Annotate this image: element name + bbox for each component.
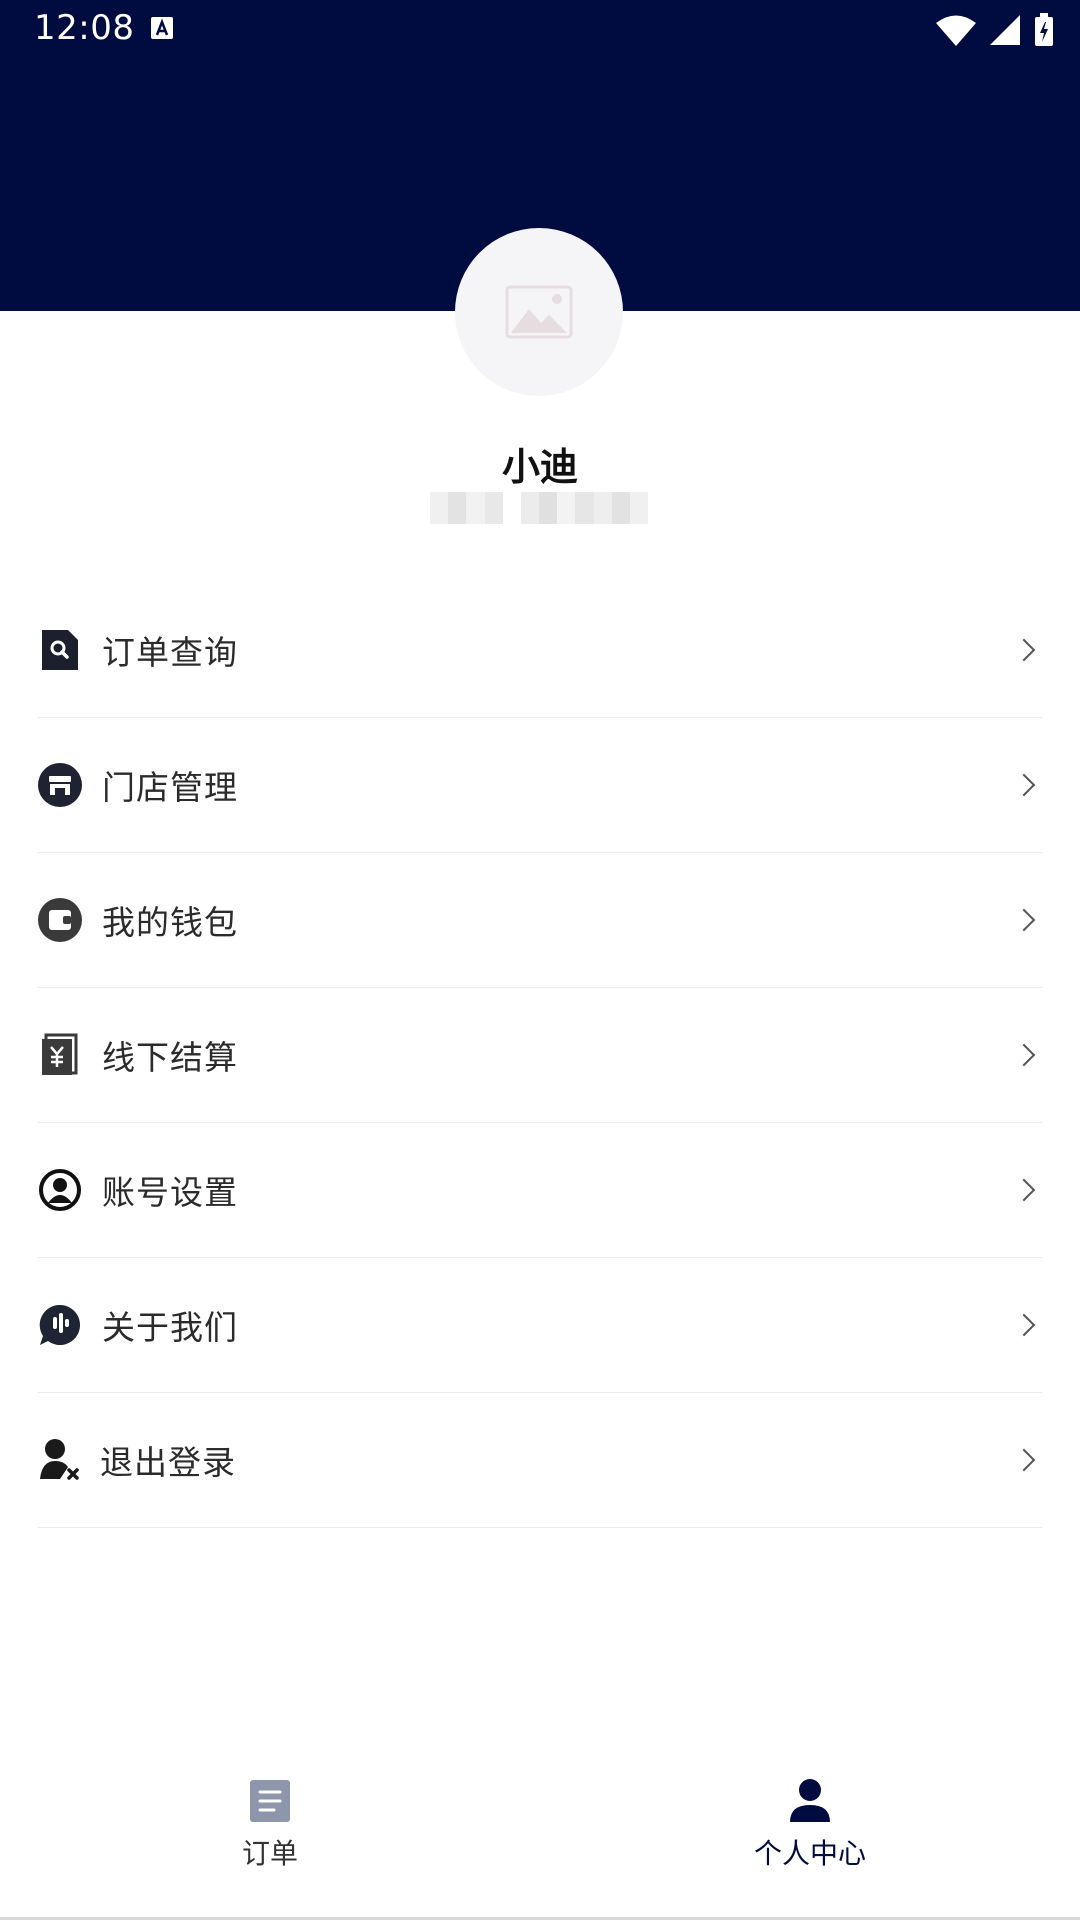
order-search-icon (38, 627, 82, 673)
masked-phone-number (430, 492, 649, 524)
notification-app-icon (151, 17, 173, 39)
person-icon (790, 1779, 830, 1822)
menu-item-label: 关于我们 (102, 1308, 238, 1347)
menu-item-label: 账号设置 (102, 1173, 238, 1212)
menu-item-order-search[interactable]: 订单查询 (38, 583, 1042, 718)
document-icon (250, 1780, 290, 1822)
chevron-right-icon (1012, 1178, 1036, 1202)
screen: 12:08 小迪 订单查询 门店管理 我的钱包 线下结算 账号设置 关于我们 退… (0, 0, 1080, 1920)
wallet-icon (38, 897, 82, 943)
menu-item-label: 线下结算 (102, 1038, 238, 1077)
menu-item-label: 退出登录 (100, 1443, 236, 1482)
signal-icon (990, 15, 1020, 45)
tab-label: 个人中心 (753, 1837, 866, 1870)
menu-item-about-us[interactable]: 关于我们 (38, 1258, 1042, 1393)
avatar[interactable] (455, 228, 623, 396)
tab-orders[interactable]: 订单 (0, 1740, 540, 1920)
menu-item-account-settings[interactable]: 账号设置 (38, 1123, 1042, 1258)
menu-item-logout[interactable]: 退出登录 (38, 1393, 1042, 1528)
status-time: 12:08 (34, 8, 135, 48)
wifi-icon (936, 15, 976, 46)
user-name: 小迪 (501, 445, 578, 489)
menu-item-offline-settlement[interactable]: 线下结算 (38, 988, 1042, 1123)
chevron-right-icon (1012, 638, 1036, 662)
chevron-right-icon (1012, 1313, 1036, 1337)
menu-item-label: 订单查询 (102, 633, 238, 672)
chevron-right-icon (1012, 1043, 1036, 1067)
account-settings-icon (38, 1167, 82, 1213)
store-icon (38, 762, 82, 808)
logout-icon (38, 1437, 82, 1483)
bottom-tab-bar: 订单 个人中心 (0, 1740, 1080, 1920)
menu-item-wallet[interactable]: 我的钱包 (38, 853, 1042, 988)
chevron-right-icon (1012, 908, 1036, 932)
offline-settlement-icon (38, 1032, 82, 1078)
status-bar: 12:08 (0, 0, 1080, 60)
tab-label: 订单 (241, 1837, 298, 1870)
chevron-right-icon (1012, 773, 1036, 797)
chevron-right-icon (1012, 1448, 1036, 1472)
about-us-icon (38, 1302, 82, 1348)
menu-list: 订单查询 门店管理 我的钱包 线下结算 账号设置 关于我们 退出登录 (38, 583, 1042, 1528)
menu-item-label: 我的钱包 (102, 903, 238, 942)
menu-item-store-management[interactable]: 门店管理 (38, 718, 1042, 853)
menu-item-label: 门店管理 (102, 768, 238, 807)
status-icons (936, 12, 1054, 48)
image-placeholder-icon (505, 285, 573, 339)
battery-icon (1035, 13, 1053, 46)
tab-profile[interactable]: 个人中心 (540, 1740, 1080, 1920)
